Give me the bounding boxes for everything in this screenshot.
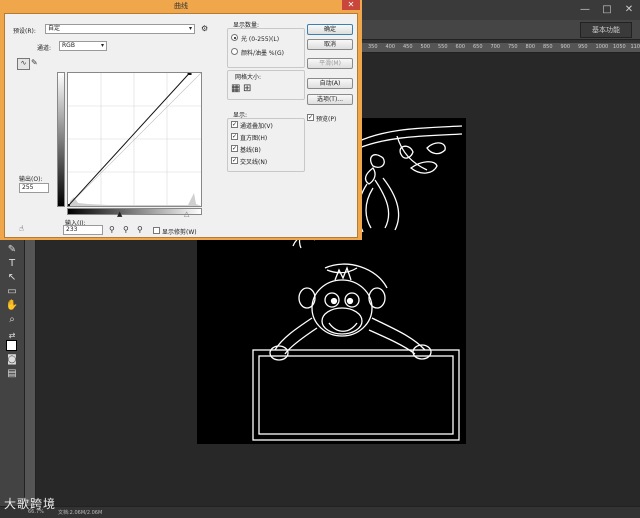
watermark-text: 大歌跨境 (4, 495, 56, 512)
light-option-label: 光 (0-255)(L) (241, 34, 279, 43)
channel-select[interactable]: RGB ▾ (59, 41, 107, 51)
ruler-tick-label: 350 (368, 44, 378, 50)
minimize-button[interactable]: — (574, 0, 596, 18)
curve-point (188, 73, 192, 75)
shape-tool-icon[interactable]: ▭ (5, 286, 19, 298)
cancel-button[interactable]: 取消 (307, 39, 353, 50)
gray-eyedropper-icon[interactable]: ⚲ (123, 225, 129, 234)
quick-mask-icon[interactable]: ◙ (5, 354, 19, 366)
coarse-grid-icon[interactable]: ⊞ (243, 84, 251, 93)
top-ruler: 350 400 450 500 550 600 650 700 750 800 850 900 950 1… (362, 43, 640, 53)
close-icon[interactable]: ✕ (342, 0, 360, 10)
grid-size-title: 网格大小: (235, 72, 261, 81)
foreground-color-swatch[interactable] (6, 340, 17, 351)
pigment-option-label: 颜料/油墨 %(G) (241, 48, 284, 57)
gear-icon[interactable]: ⚙ (201, 24, 208, 33)
display-option-label: 交叉线(N) (240, 157, 267, 166)
ruler-tick-label: 850 (543, 44, 553, 50)
intersection-line-checkbox[interactable]: ✓ (231, 157, 238, 164)
preset-value: 自定 (48, 25, 60, 32)
close-app-button[interactable]: ✕ (618, 0, 640, 18)
chevron-down-icon: ▾ (101, 42, 104, 50)
ruler-tick-label: 1100 (631, 44, 640, 50)
output-label: 输出(O): (19, 174, 42, 183)
ruler-tick-label: 750 (508, 44, 518, 50)
black-point-slider[interactable]: ▲ (117, 210, 122, 218)
curve-graph[interactable] (67, 72, 202, 207)
ok-button[interactable]: 确定 (307, 24, 353, 35)
preset-select[interactable]: 自定 ▾ (45, 24, 195, 34)
ruler-tick-label: 1000 (596, 44, 609, 50)
smooth-button[interactable]: 平滑(M) (307, 58, 353, 69)
document-size: 文档:2.06M/2.06M (58, 509, 102, 516)
preview-label: 预览(P) (316, 114, 336, 123)
channel-overlay-checkbox[interactable]: ✓ (231, 121, 238, 128)
dialog-body: 预设(R): 自定 ▾ ⚙ 通道: RGB ▾ ∿ ✎ 输出(O): 255 (4, 13, 358, 238)
auto-button[interactable]: 自动(A) (307, 78, 353, 89)
ruler-tick-label: 900 (561, 44, 571, 50)
channel-value: RGB (62, 42, 75, 49)
ruler-tick-label: 700 (491, 44, 501, 50)
input-gradient-bar (67, 208, 202, 215)
display-option-label: 通道叠加(V) (240, 121, 273, 130)
input-field[interactable]: 233 (63, 225, 103, 235)
output-field[interactable]: 255 (19, 183, 49, 193)
chevron-down-icon: ▾ (189, 25, 192, 33)
path-select-tool-icon[interactable]: ↖ (5, 272, 19, 284)
white-eyedropper-icon[interactable]: ⚲ (137, 225, 143, 234)
curve-edit-icon[interactable]: ∿ (17, 58, 30, 70)
channel-label: 通道: (37, 43, 51, 52)
target-adjust-hand-icon[interactable]: ☝ (19, 224, 24, 233)
ruler-tick-label: 800 (526, 44, 536, 50)
histogram-checkbox[interactable]: ✓ (231, 133, 238, 140)
status-bar: 66.7% 文档:2.06M/2.06M (0, 506, 640, 518)
black-eyedropper-icon[interactable]: ⚲ (109, 225, 115, 234)
pigment-radio[interactable] (231, 48, 238, 55)
curve-point (68, 204, 70, 206)
white-point-slider[interactable]: △ (184, 210, 189, 218)
display-option-label: 直方图(H) (240, 133, 267, 142)
show-clipping-label: 显示修剪(W) (162, 227, 197, 236)
ruler-tick-label: 400 (386, 44, 396, 50)
show-clipping-checkbox[interactable] (153, 227, 160, 234)
light-radio[interactable] (231, 34, 238, 41)
baseline-line (68, 73, 201, 206)
fine-grid-icon[interactable]: ▦ (231, 84, 240, 93)
workspace-switcher[interactable]: 基本功能 (580, 22, 632, 38)
window-controls: — □ ✕ (574, 0, 640, 18)
type-tool-icon[interactable]: T (5, 258, 19, 270)
curve-line (68, 73, 190, 206)
dialog-title: 曲线 (0, 0, 362, 12)
ruler-tick-label: 1050 (613, 44, 626, 50)
ruler-tick-label: 600 (456, 44, 466, 50)
baseline-checkbox[interactable]: ✓ (231, 145, 238, 152)
screen-mode-icon[interactable]: ▤ (5, 368, 19, 380)
options-button[interactable]: 选项(T)... (307, 94, 353, 105)
ruler-tick-label: 650 (473, 44, 483, 50)
output-gradient-bar (57, 72, 65, 207)
histogram-area (70, 193, 201, 206)
hand-tool-icon[interactable]: ✋ (5, 300, 19, 312)
curve-plot (68, 73, 201, 206)
ruler-tick-label: 550 (438, 44, 448, 50)
curves-dialog: 曲线 ✕ 预设(R): 自定 ▾ ⚙ 通道: RGB ▾ ∿ ✎ 输出(O): … (0, 0, 362, 240)
ruler-tick-label: 500 (421, 44, 431, 50)
preset-label: 预设(R): (13, 26, 36, 35)
preview-checkbox[interactable]: ✓ (307, 114, 314, 121)
display-option-label: 基线(B) (240, 145, 261, 154)
pen-tool-icon[interactable]: ✎ (5, 244, 19, 256)
ruler-tick-label: 450 (403, 44, 413, 50)
zoom-tool-icon[interactable]: ⌕ (5, 314, 19, 326)
ruler-tick-label: 950 (578, 44, 588, 50)
pencil-icon[interactable]: ✎ (31, 58, 38, 67)
maximize-button[interactable]: □ (596, 0, 618, 18)
